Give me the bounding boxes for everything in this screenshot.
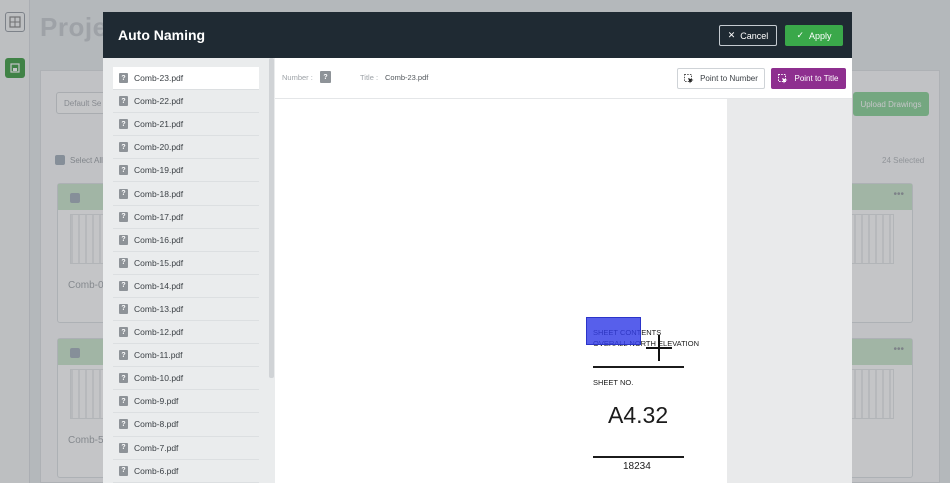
file-name: Comb-22.pdf	[134, 96, 184, 107]
unnamed-file-icon: ?	[119, 257, 128, 268]
file-name: Comb-20.pdf	[134, 142, 184, 153]
pointer-select-icon	[684, 73, 694, 83]
file-name: Comb-16.pdf	[134, 234, 184, 245]
document-page[interactable]: SHEET CONTENTS OVERALL NORTH ELEVATION S…	[275, 99, 727, 483]
title-label: Title :	[360, 73, 379, 82]
title-value: Comb-23.pdf	[385, 73, 429, 82]
unnamed-file-icon: ?	[119, 350, 128, 361]
title-block-divider	[593, 366, 684, 368]
file-list-item[interactable]: ? Comb-12.pdf	[113, 321, 259, 345]
unnamed-file-icon: ?	[119, 373, 128, 384]
check-icon: ✓	[796, 30, 805, 40]
unnamed-file-icon: ?	[119, 280, 128, 291]
file-name: Comb-17.pdf	[134, 211, 184, 222]
unnamed-file-icon: ?	[119, 465, 128, 476]
file-list: ? Comb-23.pdf? Comb-22.pdf? Comb-21.pdf? Com…	[103, 58, 275, 483]
close-icon: ✕	[727, 30, 736, 40]
unnamed-file-icon: ?	[119, 96, 128, 107]
file-name: Comb-15.pdf	[134, 257, 184, 268]
file-list-scrollbar[interactable]	[269, 58, 274, 378]
file-name: Comb-8.pdf	[134, 419, 179, 430]
number-label: Number :	[282, 73, 313, 82]
file-name: Comb-9.pdf	[134, 396, 179, 407]
file-name: Comb-19.pdf	[134, 165, 184, 176]
cancel-button[interactable]: ✕ Cancel	[719, 25, 777, 46]
drawing-number-text: 18234	[623, 461, 651, 472]
file-items: ? Comb-23.pdf? Comb-22.pdf? Comb-21.pdf? Com…	[113, 67, 259, 483]
file-list-item[interactable]: ? Comb-8.pdf	[113, 413, 259, 437]
point-to-title-label: Point to Title	[794, 74, 839, 83]
file-list-item[interactable]: ? Comb-9.pdf	[113, 390, 259, 414]
file-list-item[interactable]: ? Comb-16.pdf	[113, 229, 259, 252]
crosshair-cursor-icon	[646, 335, 672, 361]
point-to-number-button[interactable]: Point to Number	[677, 68, 765, 89]
file-name: Comb-6.pdf	[134, 465, 179, 476]
file-list-item[interactable]: ? Comb-13.pdf	[113, 298, 259, 322]
cancel-label: Cancel	[740, 30, 769, 41]
naming-toolbar: Number : ? Title : Comb-23.pdf Point to …	[275, 58, 852, 99]
unnamed-file-icon: ?	[119, 142, 128, 153]
file-list-item[interactable]: ? Comb-19.pdf	[113, 159, 259, 183]
unnamed-file-icon: ?	[119, 419, 128, 430]
unnamed-file-icon: ?	[119, 188, 128, 199]
document-viewer[interactable]: SHEET CONTENTS OVERALL NORTH ELEVATION S…	[275, 99, 852, 483]
file-name: Comb-18.pdf	[134, 188, 184, 199]
unnamed-file-icon: ?	[119, 73, 128, 84]
file-list-item[interactable]: ? Comb-6.pdf	[113, 460, 259, 483]
unnamed-file-icon: ?	[119, 165, 128, 176]
file-list-item[interactable]: ? Comb-15.pdf	[113, 252, 259, 275]
title-block-divider	[593, 456, 684, 458]
file-list-item[interactable]: ? Comb-17.pdf	[113, 206, 259, 229]
point-to-number-label: Point to Number	[700, 74, 758, 83]
file-list-item[interactable]: ? Comb-10.pdf	[113, 367, 259, 391]
apply-label: Apply	[809, 30, 832, 41]
number-value: ?	[320, 71, 331, 83]
file-name: Comb-14.pdf	[134, 280, 184, 291]
modal-header: Auto Naming ✕ Cancel ✓ Apply	[103, 12, 852, 58]
file-list-item[interactable]: ? Comb-18.pdf	[113, 182, 259, 206]
file-name: Comb-13.pdf	[134, 303, 184, 314]
pointer-select-icon	[778, 73, 788, 83]
file-list-item[interactable]: ? Comb-21.pdf	[113, 113, 259, 137]
file-name: Comb-21.pdf	[134, 119, 184, 130]
file-list-item[interactable]: ? Comb-7.pdf	[113, 437, 259, 460]
apply-button[interactable]: ✓ Apply	[785, 25, 843, 46]
unnamed-file-icon: ?	[119, 303, 128, 314]
file-name: Comb-10.pdf	[134, 373, 184, 384]
file-list-item[interactable]: ? Comb-14.pdf	[113, 275, 259, 298]
sheet-no-label: SHEET NO.	[593, 378, 634, 387]
file-list-item[interactable]: ? Comb-22.pdf	[113, 90, 259, 114]
selection-rectangle[interactable]	[586, 317, 641, 345]
unnamed-file-icon: ?	[119, 119, 128, 130]
unnamed-file-icon: ?	[119, 234, 128, 245]
auto-naming-modal: Auto Naming ✕ Cancel ✓ Apply ? Comb-23.pd…	[103, 12, 852, 483]
file-list-item[interactable]: ? Comb-20.pdf	[113, 136, 259, 160]
unnamed-file-icon: ?	[119, 327, 128, 338]
file-name: Comb-7.pdf	[134, 442, 179, 453]
sheet-number-text: A4.32	[608, 402, 669, 428]
file-list-item[interactable]: ? Comb-11.pdf	[113, 344, 259, 368]
unnamed-file-icon: ?	[119, 396, 128, 407]
modal-title: Auto Naming	[118, 27, 206, 43]
file-name: Comb-23.pdf	[134, 73, 184, 84]
file-name: Comb-11.pdf	[134, 350, 183, 361]
unnamed-file-icon: ?	[119, 211, 128, 222]
unnamed-file-icon: ?	[119, 442, 128, 453]
file-name: Comb-12.pdf	[134, 327, 184, 338]
file-list-item[interactable]: ? Comb-23.pdf	[113, 67, 259, 91]
point-to-title-button[interactable]: Point to Title	[771, 68, 846, 89]
